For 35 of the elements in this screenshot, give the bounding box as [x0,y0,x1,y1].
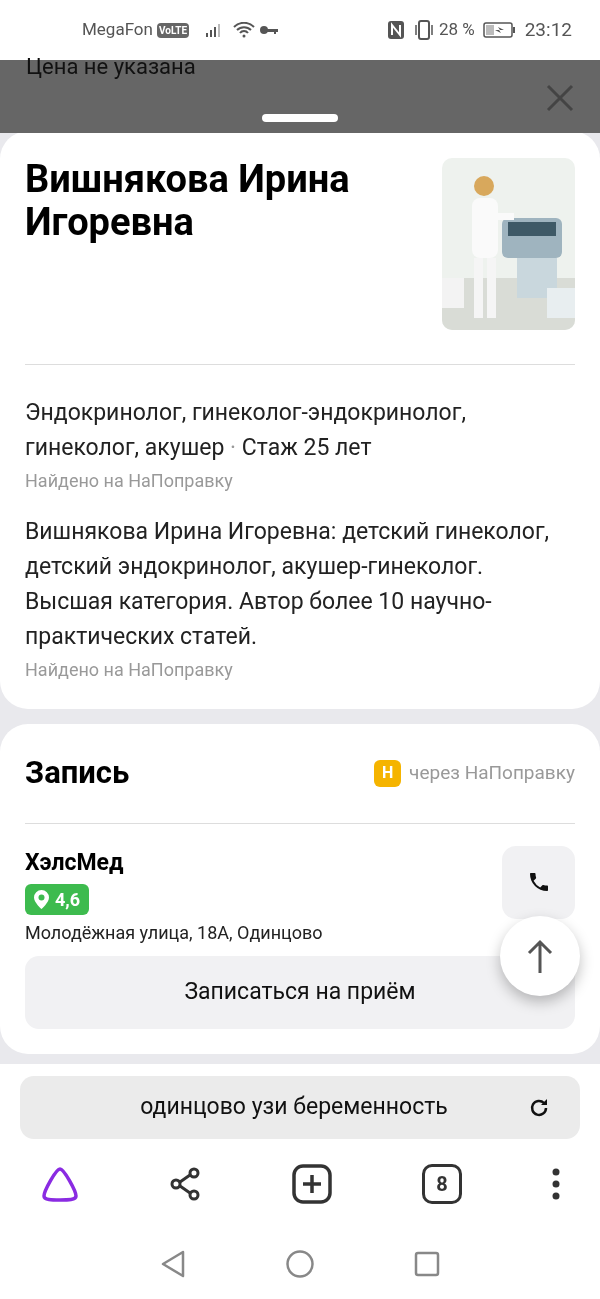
sheet-handle[interactable] [262,114,338,122]
doctor-name: Вишнякова Ирина Игоревна [25,158,351,246]
vibrate-icon [412,20,435,40]
nfc-icon [386,20,405,40]
book-appointment-button[interactable]: Записаться на приём [25,956,575,1029]
recents-icon[interactable] [414,1251,440,1277]
home-icon[interactable] [286,1250,314,1278]
back-icon[interactable] [160,1250,186,1278]
address-bar[interactable]: одинцово узи беременность [20,1076,580,1139]
price-text: Цена не указана [26,56,197,78]
close-icon[interactable] [546,84,574,112]
pin-icon [34,890,49,909]
clinic-name[interactable]: ХэлсМед [25,845,124,880]
clinic-address: Молодёжная улица, 18А, Одинцово [25,921,323,945]
provider-logo: Н [374,759,402,787]
rating-badge: 4,6 [25,884,90,915]
search-query: одинцово узи беременность [139,1092,449,1123]
scroll-top-button[interactable] [500,916,580,996]
call-button[interactable] [502,845,575,919]
more-icon[interactable] [552,1168,560,1200]
arrow-up-icon [527,939,553,973]
wifi-icon [233,22,256,38]
booking-title: Запись [25,753,130,793]
battery-percent: 28 % [438,18,475,42]
tabs-counter[interactable]: 8 [422,1164,462,1204]
carrier-name: MegaFon [82,18,153,42]
new-tab-icon[interactable] [292,1164,332,1204]
assistant-icon[interactable] [40,1166,80,1202]
key-icon [259,24,280,36]
clock: 23:12 [524,16,572,43]
specialties-text: Эндокринолог, гинеколог-эндокринолог, гинеколог, акушер · Стаж 25 лет [25,398,467,463]
share-icon[interactable] [170,1167,202,1201]
volte-badge: VoLTE [156,22,190,38]
description-text: Вишнякова Ирина Игоревна: детский гинеколог, детский эндокринолог, акушер-гинеколог. Высшая категория. Автор более 10 научно-практических статей. [25,517,551,652]
battery-icon [482,21,517,39]
